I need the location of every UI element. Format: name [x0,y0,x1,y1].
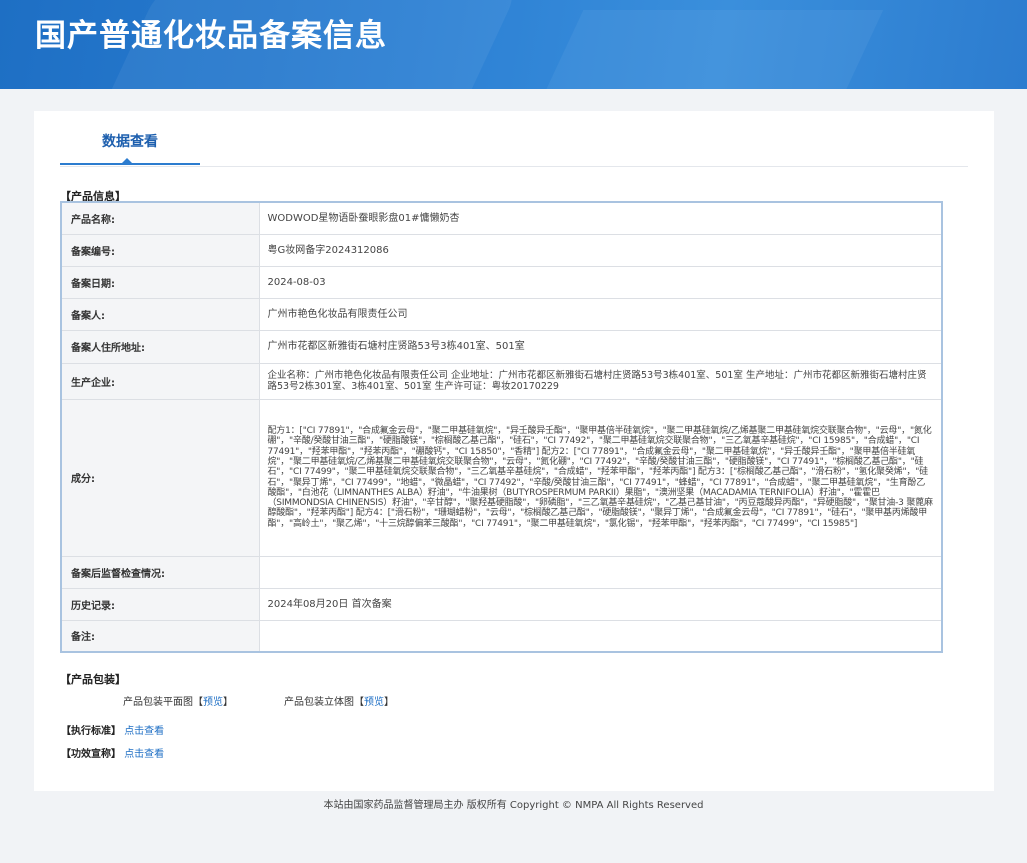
standard-view-link[interactable]: 点击查看 [124,726,164,737]
row-label: 生产企业: [60,362,260,400]
row-value [258,555,943,589]
row-value [258,619,943,653]
row-label: 备案人住所地址: [60,329,260,364]
table-row: 产品名称: WODWOD星物语卧蚕眼影盘01#慵懒奶杏 [60,201,943,235]
row-label: 备案人: [60,297,260,331]
content-card: 数据查看 【产品信息】 产品名称: WODWOD星物语卧蚕眼影盘01#慵懒奶杏 … [34,111,994,791]
packaging-flat-preview-link[interactable]: 预览 [203,697,223,708]
table-row: 备案人: 广州市艳色化妆品有限责任公司 [60,297,943,331]
bracket: 】 [384,697,394,708]
tab-data-view[interactable]: 数据查看 [60,111,200,165]
efficacy-view-link[interactable]: 点击查看 [124,749,164,760]
row-value: 粤G妆网备字2024312086 [258,233,943,267]
packaging-solid-preview-link[interactable]: 预览 [364,697,384,708]
row-label: 成分: [60,398,260,557]
bracket: 【 [193,697,203,708]
row-label: 备案编号: [60,233,260,267]
bracket: 【 [354,697,364,708]
row-value: 2024-08-03 [258,265,943,299]
row-label: 历史记录: [60,587,260,621]
table-row: 备案后监督检查情况: [60,555,943,589]
header-decoration [536,10,884,89]
page-header: 国产普通化妆品备案信息 [0,0,1027,89]
efficacy-label: 【功效宣称】 [61,749,121,760]
packaging-flat-label: 产品包装平面图 [123,697,193,708]
row-label: 备注: [60,619,260,653]
row-label: 备案日期: [60,265,260,299]
packaging-flat-item: 产品包装平面图【预览】 [123,693,233,708]
packaging-section-title: 【产品包装】 [60,673,126,686]
row-value: WODWOD星物语卧蚕眼影盘01#慵懒奶杏 [258,201,943,235]
packaging-solid-label: 产品包装立体图 [284,697,354,708]
row-value: 2024年08月20日 首次备案 [258,587,943,621]
row-value: 配方1：["CI 77891"，"合成氟金云母"，"聚二甲基硅氧烷"，"异壬酸异… [258,398,943,557]
table-row: 生产企业: 企业名称：广州市艳色化妆品有限责任公司 企业地址：广州市花都区新雅街… [60,362,943,400]
row-value: 广州市艳色化妆品有限责任公司 [258,297,943,331]
tab-label: 数据查看 [102,134,158,150]
efficacy-row: 【功效宣称】 点击查看 [61,745,164,760]
standard-row: 【执行标准】 点击查看 [61,722,164,737]
row-value: 广州市花都区新雅街石塘村庄贤路53号3栋401室、501室 [258,329,943,364]
table-row: 历史记录: 2024年08月20日 首次备案 [60,587,943,621]
packaging-solid-item: 产品包装立体图【预览】 [284,693,394,708]
standard-label: 【执行标准】 [61,726,121,737]
product-info-table: 产品名称: WODWOD星物语卧蚕眼影盘01#慵懒奶杏 备案编号: 粤G妆网备字… [60,201,943,653]
tab-bar: 数据查看 [60,111,968,167]
row-value: 企业名称：广州市艳色化妆品有限责任公司 企业地址：广州市花都区新雅街石塘村庄贤路… [258,362,943,400]
tab-active-caret-icon [122,158,132,163]
table-row: 备注: [60,619,943,653]
table-row: 备案人住所地址: 广州市花都区新雅街石塘村庄贤路53号3栋401室、501室 [60,329,943,364]
table-row: 备案日期: 2024-08-03 [60,265,943,299]
row-label: 产品名称: [60,201,260,235]
table-row: 成分: 配方1：["CI 77891"，"合成氟金云母"，"聚二甲基硅氧烷"，"… [60,398,943,557]
footer-copyright: 本站由国家药品监督管理局主办 版权所有 Copyright © NMPA All… [323,800,704,811]
row-label: 备案后监督检查情况: [60,555,260,589]
table-row: 备案编号: 粤G妆网备字2024312086 [60,233,943,267]
bracket: 】 [223,697,233,708]
page-title: 国产普通化妆品备案信息 [35,18,387,54]
